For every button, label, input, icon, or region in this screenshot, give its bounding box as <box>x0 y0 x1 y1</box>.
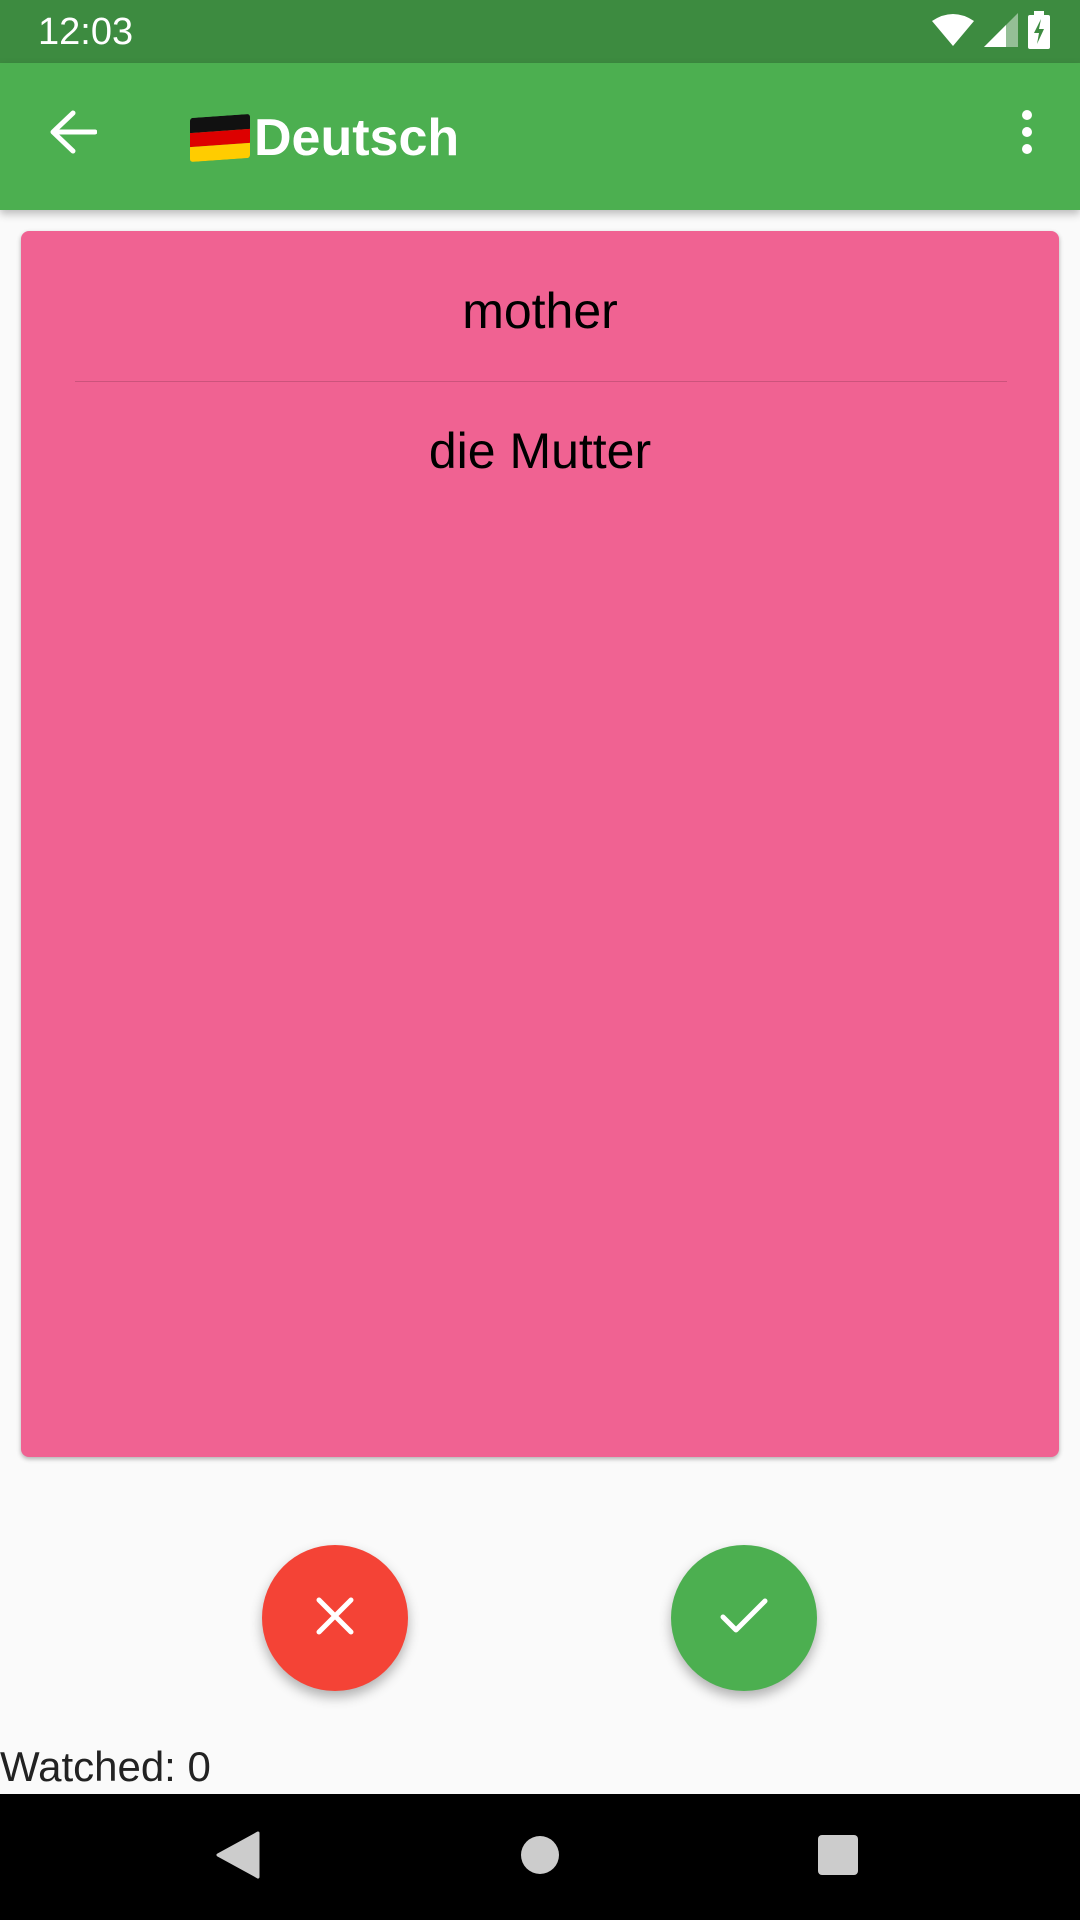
battery-charging-icon <box>1028 10 1050 54</box>
close-icon <box>315 1596 355 1641</box>
back-triangle-icon <box>216 1831 260 1884</box>
recents-square-icon <box>818 1834 858 1880</box>
page-title: Deutsch <box>254 109 460 167</box>
more-vert-icon <box>1020 109 1034 159</box>
status-icons <box>932 10 1050 54</box>
app-bar: Deutsch <box>0 63 1080 210</box>
status-bar: 12:03 <box>0 0 1080 63</box>
home-circle-icon <box>520 1835 560 1880</box>
overflow-menu-button[interactable] <box>992 99 1062 169</box>
right-button[interactable] <box>671 1545 817 1691</box>
flashcard[interactable]: mother die Mutter <box>21 231 1059 1457</box>
nav-recents-button[interactable] <box>808 1827 868 1887</box>
watched-count: Watched: 0 <box>0 1743 211 1790</box>
wrong-button[interactable] <box>262 1545 408 1691</box>
title: Deutsch <box>190 103 459 173</box>
check-icon <box>719 1596 769 1641</box>
status-time: 12:03 <box>38 11 134 53</box>
navigation-bar <box>0 1794 1080 1920</box>
arrow-back-icon <box>49 110 98 159</box>
nav-home-button[interactable] <box>510 1827 570 1887</box>
card-word: mother <box>462 283 618 339</box>
nav-back-button[interactable] <box>208 1827 268 1887</box>
germany-flag-icon <box>190 113 250 163</box>
back-button[interactable] <box>38 99 108 169</box>
card-divider <box>75 381 1007 382</box>
wifi-icon <box>932 13 974 52</box>
card-translation: die Mutter <box>428 423 652 479</box>
signal-icon <box>984 12 1018 52</box>
